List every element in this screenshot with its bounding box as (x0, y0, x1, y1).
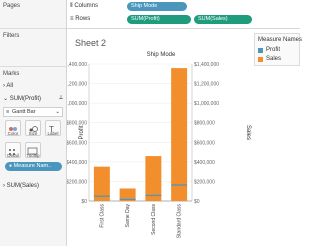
chart-title: Ship Mode (147, 52, 176, 58)
y-tick-label-right: $1,400,000 (194, 62, 219, 68)
measure-names-pill[interactable]: ● Measure Nam.. (5, 162, 62, 171)
y-tick-label-right: $600,000 (194, 140, 215, 146)
mark-type-dropdown[interactable]: ≡ Gantt Bar ⌄ (3, 107, 63, 117)
separator (0, 28, 66, 29)
x-tick-label: First Class (99, 204, 105, 228)
legend-label-sales: Sales (266, 56, 282, 62)
bar-sales[interactable] (171, 68, 188, 201)
gantt-mark-profit[interactable] (119, 198, 136, 201)
y-tick-label-right: $800,000 (194, 121, 215, 127)
y-tick-label-left: $0 (81, 199, 87, 205)
x-tick-label: Standard Class (177, 204, 183, 239)
y-tick-label-right: $400,000 (194, 160, 215, 166)
marks-sum-sales-label: SUM(Sales) (6, 183, 40, 189)
marks-sum-profit-label: SUM(Profit) (9, 96, 42, 102)
gantt-mark-profit[interactable] (145, 194, 162, 197)
y-tick-label-left: $1,400,000 (67, 62, 87, 68)
columns-shelf-label: ⦀ Columns (70, 3, 98, 10)
y-tick-label-right: $200,000 (194, 179, 215, 185)
rows-icon: ≡ (70, 16, 74, 22)
columns-label-text: Columns (74, 3, 98, 9)
y-tick-label-left: $800,000 (67, 121, 87, 127)
y-tick-label-left: $200,000 (67, 179, 87, 185)
pages-card-title: Pages (3, 3, 21, 9)
mark-type-label: Gantt Bar (12, 109, 36, 115)
rows-label-text: Rows (75, 16, 91, 22)
chart: Ship Mode Profit Sales $0 $0 $200,000 $200,… (67, 52, 251, 239)
legend-label-profit: Profit (266, 47, 281, 53)
legend-swatch-sales (258, 57, 263, 62)
gantt-icon: ≡ (6, 109, 10, 115)
marks-all-row[interactable]: › All (3, 83, 13, 89)
detail-label: Detail (7, 153, 19, 158)
filters-card-title: Filters (3, 33, 20, 39)
y-tick-label-left: $1,000,000 (67, 101, 87, 107)
columns-pill[interactable]: Ship Mode (127, 2, 187, 11)
measure-names-pill-label: Measure Nam.. (13, 163, 52, 169)
measure-names-legend: Measure Names Profit Sales (254, 33, 303, 66)
y-tick-label-left: $400,000 (67, 160, 87, 166)
size-label: Size (28, 131, 38, 136)
x-tick-label: Same Day (125, 204, 131, 228)
gantt-mark-profit[interactable] (171, 184, 188, 186)
legend-swatch-profit (258, 48, 263, 53)
left-pane: Pages Filters Marks › All ⌄ SUM(Profit) … (0, 0, 67, 246)
chevron-right-icon: › (3, 183, 5, 189)
axis-icon: ⟂ (58, 95, 63, 101)
y-axis-label-left: Profit (79, 125, 85, 139)
chevron-right-icon: › (3, 83, 5, 89)
bar-sales[interactable] (145, 156, 162, 201)
legend-title: Measure Names (258, 37, 303, 43)
gantt-mark-profit[interactable] (93, 195, 110, 197)
color-icon: ● (9, 163, 13, 169)
columns-icon: ⦀ (70, 3, 73, 9)
y-tick-label-left: $1,200,000 (67, 82, 87, 88)
chevron-down-icon: ⌄ (3, 96, 9, 102)
marks-all-label: All (6, 83, 14, 89)
y-axis-label-right: Sales (245, 125, 251, 140)
marks-sum-profit-row[interactable]: ⌄ SUM(Profit) ⟂ (3, 95, 63, 102)
separator (0, 66, 66, 67)
chevron-down-icon: ⌄ (55, 109, 60, 115)
color-label: Color (7, 131, 19, 136)
rows-shelf-label: ≡ Rows (70, 16, 90, 22)
marks-sum-sales-row[interactable]: › SUM(Sales) (3, 183, 39, 189)
tooltip-label: Tooltip (26, 153, 40, 158)
x-tick-label: Second Class (151, 204, 157, 235)
y-tick-label-right: $1,200,000 (194, 82, 219, 88)
label-label: Label (47, 131, 59, 136)
y-tick-label-right: $1,000,000 (194, 101, 219, 107)
y-tick-label-left: $600,000 (67, 140, 87, 146)
y-tick-label-right: $0 (194, 199, 200, 205)
rows-pill-sales[interactable]: SUM(Sales) (194, 15, 252, 24)
rows-pill-profit[interactable]: SUM(Profit) (127, 15, 191, 24)
marks-card-title: Marks (3, 71, 20, 77)
